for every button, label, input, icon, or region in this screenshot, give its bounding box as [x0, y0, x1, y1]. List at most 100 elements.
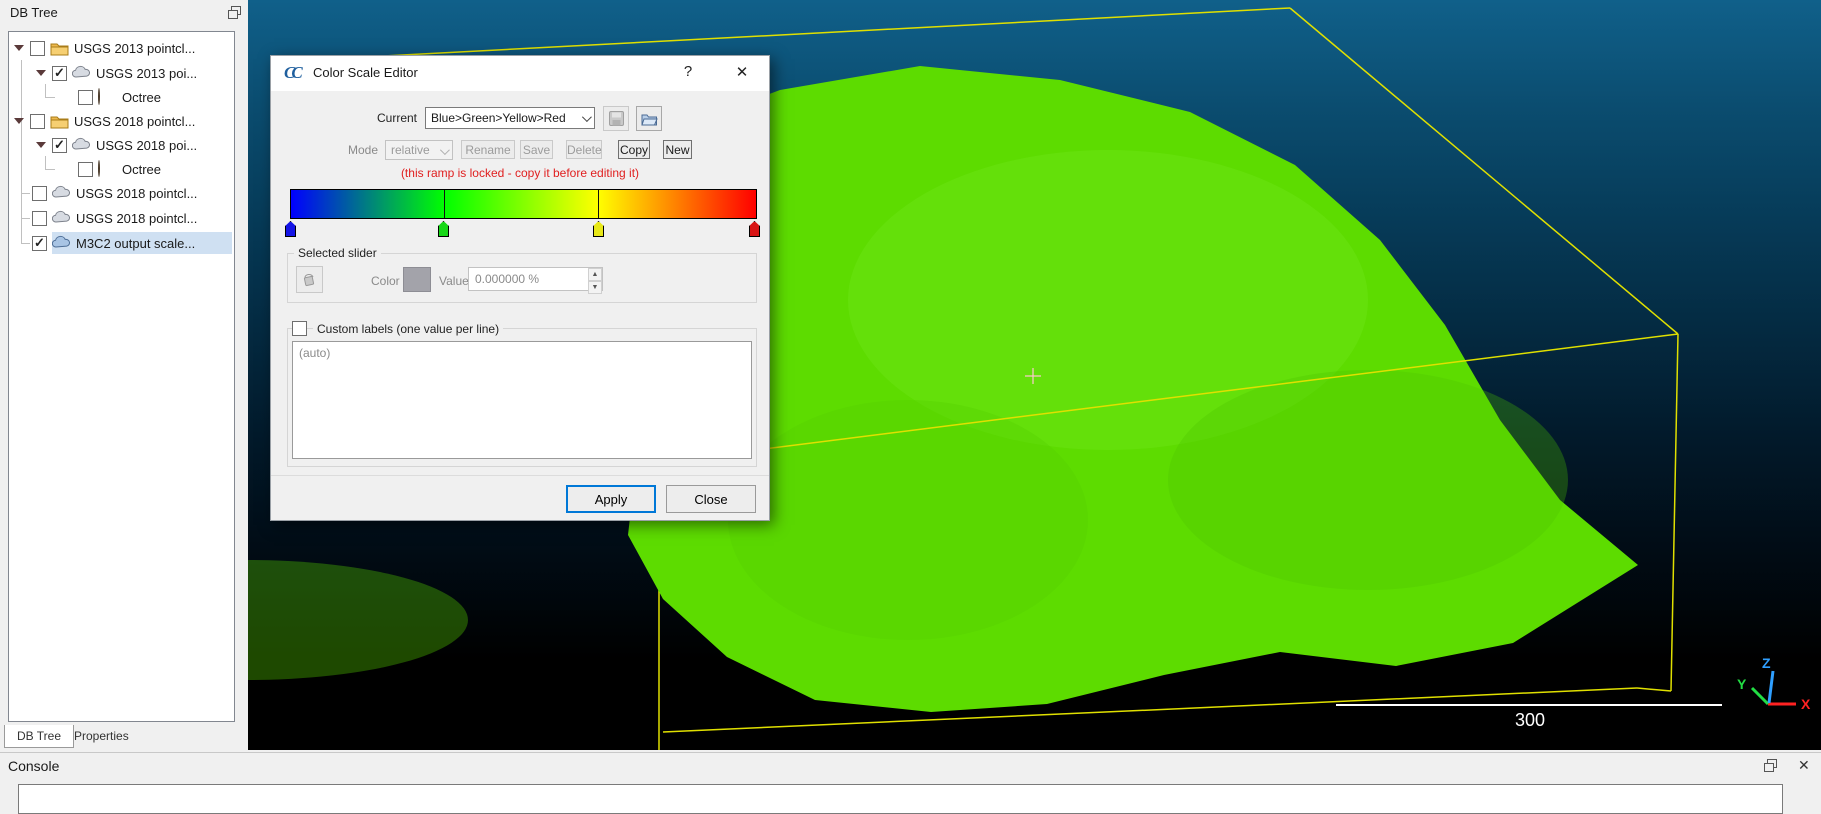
- tree-item-label[interactable]: M3C2 output scale...: [76, 236, 195, 251]
- checkbox[interactable]: [32, 211, 47, 226]
- tab-properties[interactable]: Properties: [62, 725, 141, 748]
- mode-select[interactable]: relative: [385, 140, 453, 160]
- ramp-slider-blue[interactable]: [285, 221, 296, 237]
- db-tree: USGS 2013 pointcl... USGS 2013 poi... Oc…: [8, 31, 235, 722]
- tree-row-selected[interactable]: M3C2 output scale...: [9, 231, 232, 255]
- new-button[interactable]: New: [663, 140, 692, 159]
- cloud-icon: [52, 235, 71, 251]
- axis-gizmo: [1752, 671, 1796, 704]
- expander-icon[interactable]: [14, 45, 24, 51]
- locked-warning-text: (this ramp is locked - copy it before ed…: [271, 166, 769, 180]
- help-button[interactable]: ?: [677, 63, 699, 80]
- color-label: Color: [371, 274, 400, 288]
- close-dialog-button[interactable]: ✕: [729, 63, 755, 81]
- selected-slider-group-label: Selected slider: [294, 246, 381, 260]
- custom-labels-textarea[interactable]: [292, 341, 752, 459]
- close-button[interactable]: Close: [666, 485, 756, 513]
- paint-bucket-icon: [302, 273, 317, 287]
- dialog-title: Color Scale Editor: [313, 65, 418, 80]
- selection-highlight: M3C2 output scale...: [52, 232, 232, 254]
- checkbox[interactable]: [52, 66, 67, 81]
- slider-value-input[interactable]: [468, 267, 603, 291]
- checkbox[interactable]: [32, 236, 47, 251]
- tree-row[interactable]: Octree: [9, 85, 232, 109]
- delete-button[interactable]: Delete: [566, 140, 602, 159]
- checkbox[interactable]: [52, 138, 67, 153]
- mode-value: relative: [391, 143, 430, 157]
- tree-item-label[interactable]: USGS 2018 poi...: [96, 138, 197, 153]
- axis-x-label: X: [1801, 696, 1810, 712]
- tree-row[interactable]: USGS 2018 pointcl...: [9, 181, 232, 205]
- tree-row[interactable]: USGS 2018 pointcl...: [9, 109, 232, 133]
- open-folder-icon: [641, 112, 658, 126]
- expander-icon[interactable]: [36, 70, 46, 76]
- console-panel: Console ✕: [0, 752, 1821, 792]
- folder-icon: [50, 40, 69, 56]
- tree-row[interactable]: USGS 2013 poi...: [9, 61, 232, 85]
- dialog-titlebar[interactable]: CC Color Scale Editor ? ✕: [271, 56, 769, 91]
- cloud-icon: [52, 210, 71, 226]
- cloud-icon: [52, 185, 71, 201]
- panel-tab-bar: DB Tree Properties: [0, 723, 244, 750]
- save-button[interactable]: Save: [520, 140, 553, 159]
- checkbox[interactable]: [78, 90, 93, 105]
- slider-color-swatch[interactable]: [403, 267, 431, 292]
- color-ramp[interactable]: [290, 189, 757, 219]
- cloudcompare-logo-icon: CC: [284, 63, 299, 83]
- tree-row[interactable]: Octree: [9, 157, 232, 181]
- checkbox[interactable]: [32, 186, 47, 201]
- tree-item-label[interactable]: USGS 2013 poi...: [96, 66, 197, 81]
- copy-button[interactable]: Copy: [618, 140, 650, 159]
- tree-item-label[interactable]: USGS 2013 pointcl...: [74, 41, 195, 56]
- current-scale-value: Blue>Green>Yellow>Red: [431, 111, 566, 125]
- float-console-icon[interactable]: [1764, 759, 1777, 772]
- octree-icon: [98, 161, 117, 177]
- ramp-slider-green[interactable]: [438, 221, 449, 237]
- mode-label: Mode: [348, 143, 378, 157]
- value-label: Value: [439, 274, 469, 288]
- expander-icon[interactable]: [14, 118, 24, 124]
- tree-row[interactable]: USGS 2018 poi...: [9, 133, 232, 157]
- checkbox[interactable]: [78, 162, 93, 177]
- chevron-down-icon: [582, 112, 592, 122]
- cloud-icon: [72, 137, 91, 153]
- ramp-slider-red[interactable]: [749, 221, 760, 237]
- apply-button[interactable]: Apply: [566, 485, 656, 513]
- axis-z-label: Z: [1762, 655, 1771, 671]
- current-label: Current: [377, 111, 417, 125]
- expander-icon[interactable]: [36, 142, 46, 148]
- button-separator: [271, 475, 769, 476]
- load-scale-button[interactable]: [636, 106, 662, 131]
- spin-up-icon: ▲: [588, 268, 602, 281]
- tree-item-label[interactable]: Octree: [122, 162, 161, 177]
- console-log-area[interactable]: [18, 784, 1783, 814]
- axis-y-label: Y: [1737, 676, 1746, 692]
- color-scale-editor-dialog: CC Color Scale Editor ? ✕ Current Blue>G…: [270, 55, 770, 521]
- checkbox[interactable]: [30, 41, 45, 56]
- tree-item-label[interactable]: USGS 2018 pointcl...: [76, 186, 197, 201]
- cloud-icon: [72, 65, 91, 81]
- save-scale-button[interactable]: [603, 106, 629, 131]
- ramp-stop-marker: [598, 190, 599, 218]
- folder-icon: [50, 113, 69, 129]
- delete-slider-button[interactable]: [296, 266, 323, 293]
- tree-row[interactable]: USGS 2018 pointcl...: [9, 206, 232, 230]
- custom-labels-checkbox[interactable]: [292, 321, 307, 336]
- chevron-down-icon: [440, 145, 450, 155]
- tree-item-label[interactable]: USGS 2018 pointcl...: [74, 114, 195, 129]
- float-panel-icon[interactable]: [228, 6, 241, 19]
- db-tree-panel: DB Tree USGS 2013 pointcl...: [0, 0, 244, 752]
- close-console-icon[interactable]: ✕: [1798, 757, 1810, 774]
- tree-item-label[interactable]: USGS 2018 pointcl...: [76, 211, 197, 226]
- scale-bar-label: 300: [1498, 710, 1562, 731]
- current-scale-select[interactable]: Blue>Green>Yellow>Red: [425, 107, 595, 129]
- rename-button[interactable]: Rename: [461, 140, 515, 159]
- ramp-slider-yellow[interactable]: [593, 221, 604, 237]
- tree-row[interactable]: USGS 2013 pointcl...: [9, 36, 232, 60]
- value-spinner[interactable]: ▲▼: [588, 268, 602, 290]
- ramp-stop-marker: [444, 190, 445, 218]
- db-tree-title: DB Tree: [10, 5, 58, 20]
- checkbox[interactable]: [30, 114, 45, 129]
- spin-down-icon: ▼: [588, 281, 602, 294]
- tree-item-label[interactable]: Octree: [122, 90, 161, 105]
